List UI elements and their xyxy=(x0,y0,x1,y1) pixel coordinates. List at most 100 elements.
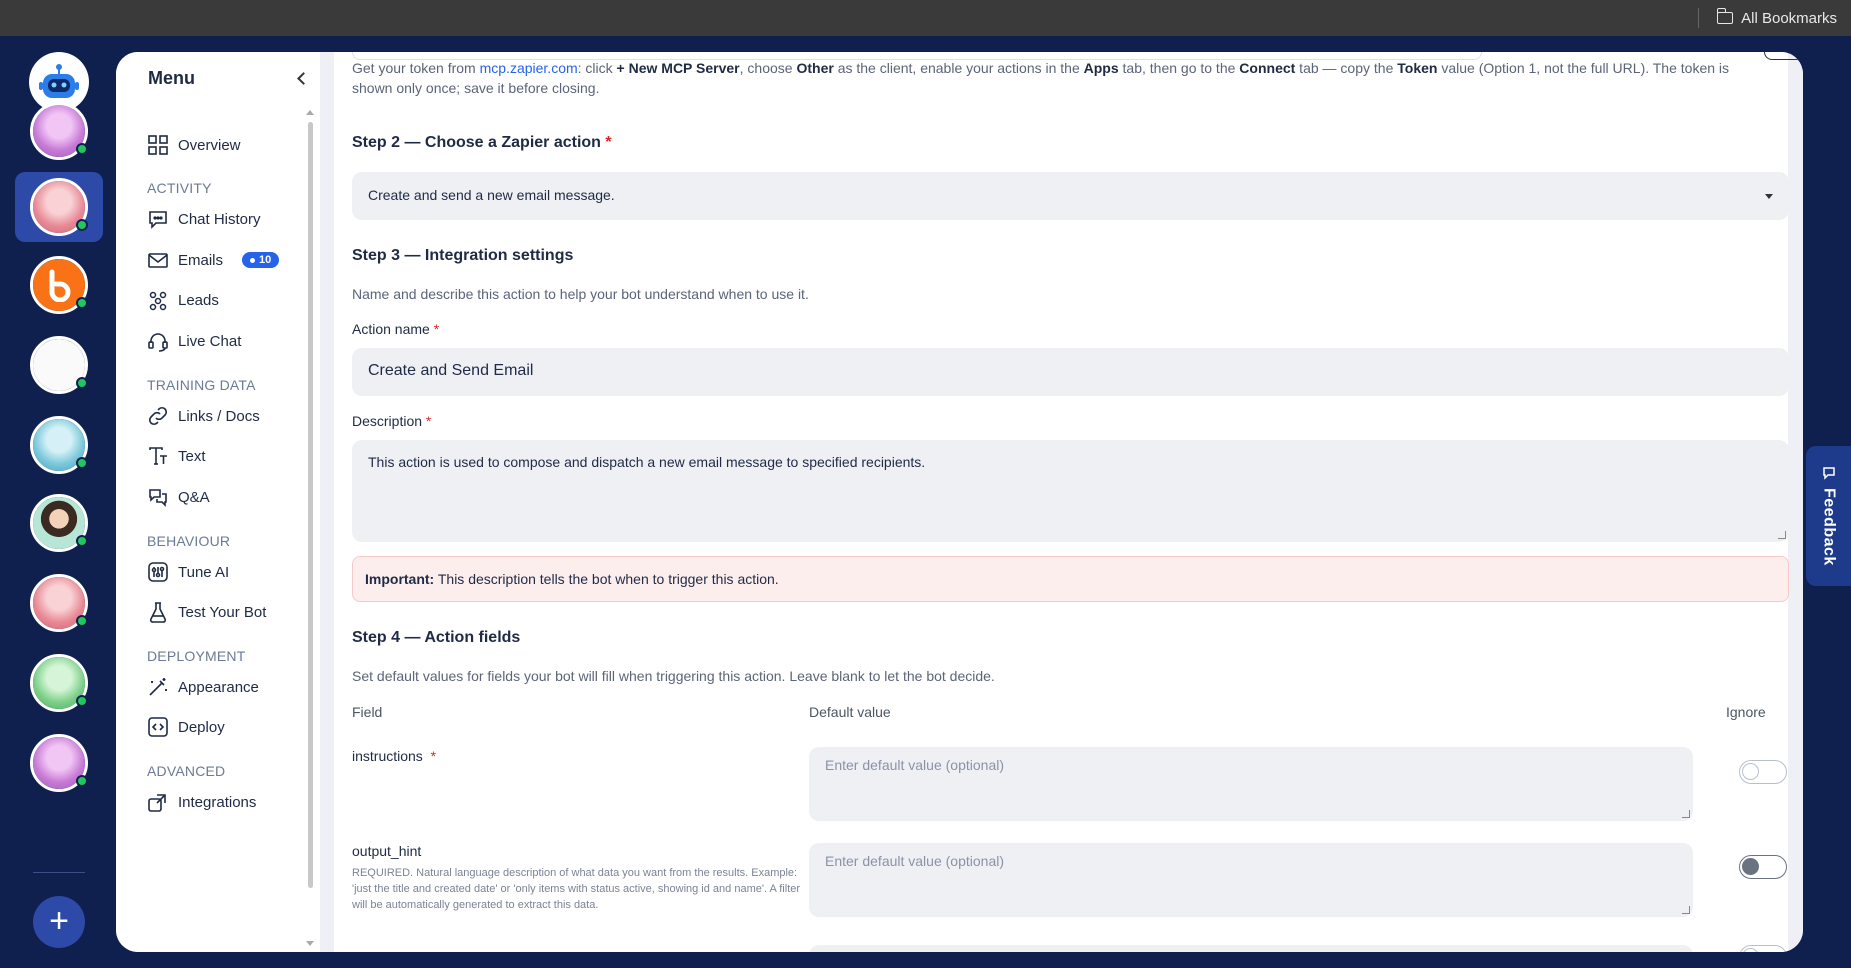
menu-item-appearance[interactable]: Appearance xyxy=(147,676,259,698)
resize-handle-icon[interactable] xyxy=(1682,810,1690,818)
menu-item-label: Overview xyxy=(178,136,241,154)
default-value-input-instructions[interactable]: Enter default value (optional) xyxy=(809,747,1693,821)
tune-icon xyxy=(147,561,169,583)
collapse-menu-chevron-icon[interactable] xyxy=(297,72,310,85)
menu-item-label: Appearance xyxy=(178,678,259,696)
description-label: Description * xyxy=(352,413,432,429)
email-count-badge: 10 xyxy=(242,252,280,268)
bookmarks-separator xyxy=(1698,8,1700,28)
menu-item-links-docs[interactable]: Links / Docs xyxy=(147,405,260,427)
section-activity: ACTIVITY xyxy=(147,180,212,196)
feedback-chat-icon xyxy=(1822,467,1835,480)
menu-item-qa[interactable]: Q&A xyxy=(147,486,210,508)
menu-item-text[interactable]: Text xyxy=(147,445,206,467)
all-bookmarks-label: All Bookmarks xyxy=(1741,9,1837,27)
feedback-label: Feedback xyxy=(1820,488,1838,566)
menu-item-label: Leads xyxy=(178,291,219,309)
online-status-dot xyxy=(76,297,88,309)
menu-item-tune-ai[interactable]: Tune AI xyxy=(147,561,229,583)
bot-avatar-5[interactable] xyxy=(15,410,103,480)
ignore-toggle-output-hint[interactable] xyxy=(1739,855,1787,879)
menu-item-deploy[interactable]: Deploy xyxy=(147,716,225,738)
menu-item-label: Integrations xyxy=(178,793,257,811)
qa-icon xyxy=(147,486,169,508)
leads-icon xyxy=(147,289,169,311)
menu-item-live-chat[interactable]: Live Chat xyxy=(147,330,241,352)
scroll-up-arrow-icon[interactable] xyxy=(306,110,314,115)
chat-icon xyxy=(147,208,169,230)
section-deployment: DEPLOYMENT xyxy=(147,648,246,664)
all-bookmarks-button[interactable]: All Bookmarks xyxy=(1698,0,1837,36)
menu-item-label: Text xyxy=(178,447,206,465)
menu-item-integrations[interactable]: Integrations xyxy=(147,791,256,813)
ignore-toggle-instructions[interactable] xyxy=(1739,760,1787,784)
online-status-dot xyxy=(76,615,88,627)
bot-avatar-9[interactable] xyxy=(15,728,103,798)
resize-handle-icon[interactable] xyxy=(1778,531,1786,539)
text-icon xyxy=(147,445,169,467)
section-behaviour: BEHAVIOUR xyxy=(147,533,231,549)
field-help-output-hint: REQUIRED. Natural language description o… xyxy=(352,867,801,911)
action-name-label: Action name * xyxy=(352,321,440,337)
default-value-input-output-hint[interactable]: Enter default value (optional) xyxy=(809,843,1693,917)
ignore-toggle-next[interactable] xyxy=(1739,945,1787,952)
scroll-down-arrow-icon[interactable] xyxy=(306,941,314,946)
menu-item-chat-history[interactable]: Chat History xyxy=(147,208,261,230)
online-status-dot xyxy=(76,377,88,389)
integrations-icon xyxy=(147,791,169,813)
description-textarea[interactable]: This action is used to compose and dispa… xyxy=(352,440,1789,542)
plus-icon: + xyxy=(49,902,69,940)
add-bot-button[interactable]: + xyxy=(33,896,85,948)
bot-avatar-1[interactable] xyxy=(15,96,103,166)
col-field-header: Field xyxy=(352,704,383,720)
menu-item-overview[interactable]: Overview xyxy=(147,134,241,156)
menu-scrollbar[interactable] xyxy=(305,108,315,948)
online-status-dot xyxy=(76,219,88,231)
field-name-instructions: instructions * xyxy=(352,748,437,764)
section-advanced: ADVANCED xyxy=(147,763,226,779)
bot-avatar-6[interactable] xyxy=(15,488,103,558)
online-status-dot xyxy=(76,775,88,787)
menu-item-leads[interactable]: Leads xyxy=(147,289,219,311)
menu-item-label: Q&A xyxy=(178,488,210,506)
bot-avatar-3[interactable] xyxy=(15,250,103,320)
menu-item-label: Chat History xyxy=(178,210,261,228)
grid-icon xyxy=(147,134,169,156)
default-value-input-next[interactable] xyxy=(809,945,1693,952)
menu-item-label: Links / Docs xyxy=(178,407,260,425)
headset-icon xyxy=(147,330,169,352)
action-name-input[interactable]: Create and Send Email xyxy=(352,348,1789,396)
bot-avatar-8[interactable] xyxy=(15,648,103,718)
col-ignore-header: Ignore xyxy=(1726,704,1766,720)
bot-avatar-2-selected[interactable] xyxy=(15,172,103,242)
step2-heading: Step 2 — Choose a Zapier action * xyxy=(352,134,612,151)
folder-icon xyxy=(1716,8,1734,24)
wand-icon xyxy=(147,676,169,698)
deploy-icon xyxy=(147,716,169,738)
selected-action: Create and send a new email message. xyxy=(368,187,615,203)
scrollbar-thumb[interactable] xyxy=(308,122,313,888)
important-notice: Important: This description tells the bo… xyxy=(352,556,1789,602)
zapier-mcp-link[interactable]: mcp.zapier.com xyxy=(480,60,578,76)
zapier-action-select[interactable]: Create and send a new email message. xyxy=(352,172,1789,220)
online-status-dot xyxy=(76,695,88,707)
menu-item-test-your-bot[interactable]: Test Your Bot xyxy=(147,601,266,623)
bot-avatar-7[interactable] xyxy=(15,568,103,638)
browser-bookmarks-bar: All Bookmarks xyxy=(0,0,1851,36)
section-training-data: TRAINING DATA xyxy=(147,377,256,393)
rail-divider xyxy=(33,872,85,873)
step3-heading: Step 3 — Integration settings xyxy=(352,247,574,264)
link-icon xyxy=(147,405,169,427)
flask-icon xyxy=(147,601,169,623)
integration-form: Get your token from mcp.zapier.com: clic… xyxy=(334,52,1803,952)
bot-avatar-4[interactable] xyxy=(15,330,103,400)
step4-subtitle: Set default values for fields your bot w… xyxy=(352,668,995,684)
resize-handle-icon[interactable] xyxy=(1682,906,1690,914)
online-status-dot xyxy=(76,535,88,547)
feedback-tab[interactable]: Feedback xyxy=(1806,446,1851,586)
token-help-text: Get your token from mcp.zapier.com: clic… xyxy=(352,60,1730,96)
menu-item-label: Emails xyxy=(178,251,224,269)
menu-item-label: Deploy xyxy=(178,718,225,736)
menu-item-label: Test Your Bot xyxy=(178,603,267,621)
menu-item-emails[interactable]: Emails 10 xyxy=(147,249,280,271)
